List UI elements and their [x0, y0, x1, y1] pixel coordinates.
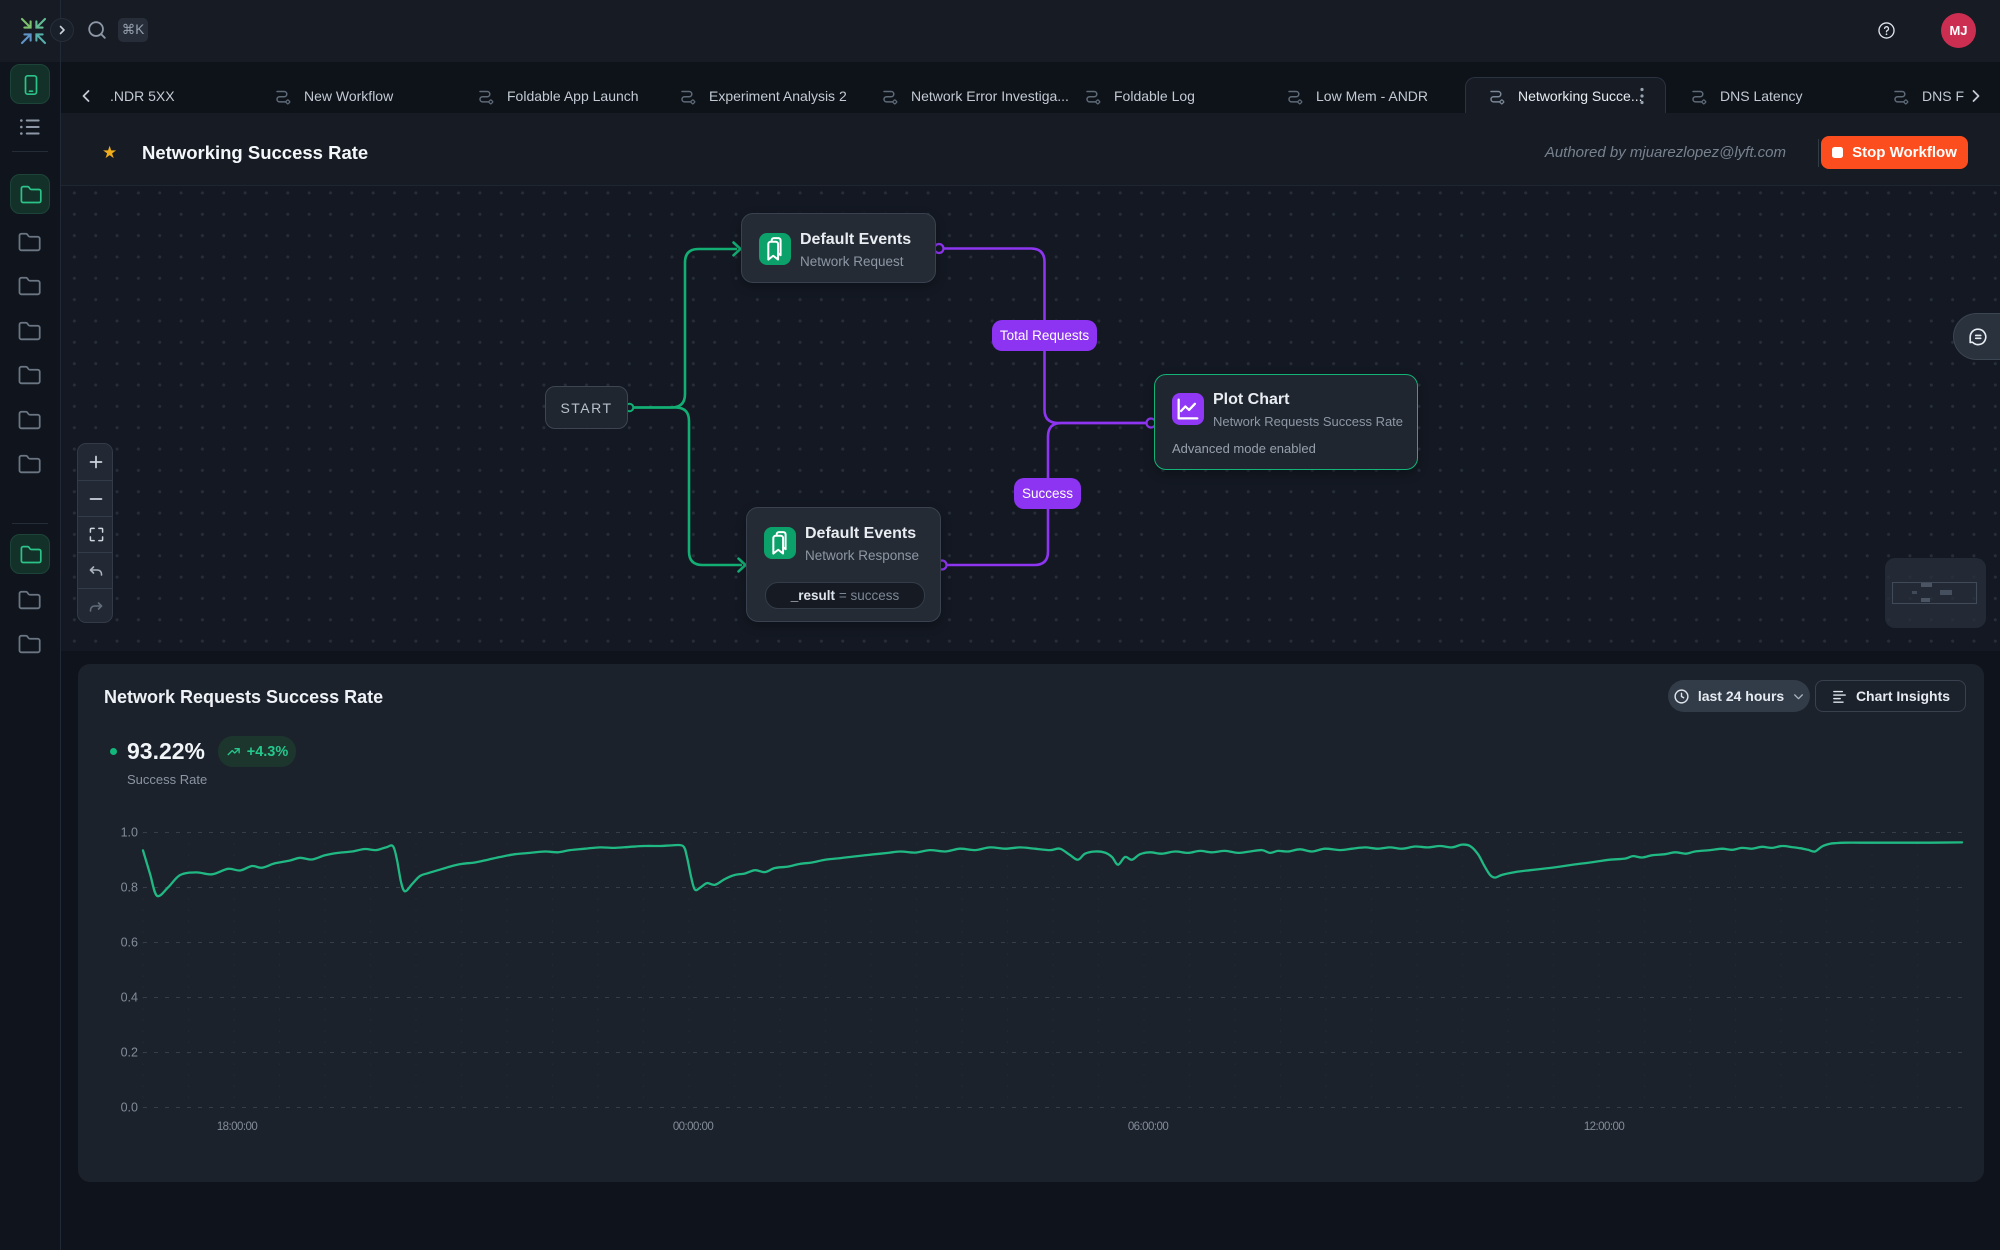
svg-text:0.0: 0.0 [121, 1101, 138, 1115]
svg-text:0.8: 0.8 [121, 881, 138, 895]
svg-text:0.2: 0.2 [121, 1046, 138, 1060]
svg-text:1.0: 1.0 [121, 826, 138, 840]
svg-text:00:00:00: 00:00:00 [673, 1121, 714, 1133]
svg-text:0.4: 0.4 [121, 991, 138, 1005]
svg-text:12:00:00: 12:00:00 [1584, 1121, 1625, 1133]
svg-text:06:00:00: 06:00:00 [1128, 1121, 1169, 1133]
svg-text:18:00:00: 18:00:00 [217, 1121, 258, 1133]
svg-text:0.6: 0.6 [121, 936, 138, 950]
